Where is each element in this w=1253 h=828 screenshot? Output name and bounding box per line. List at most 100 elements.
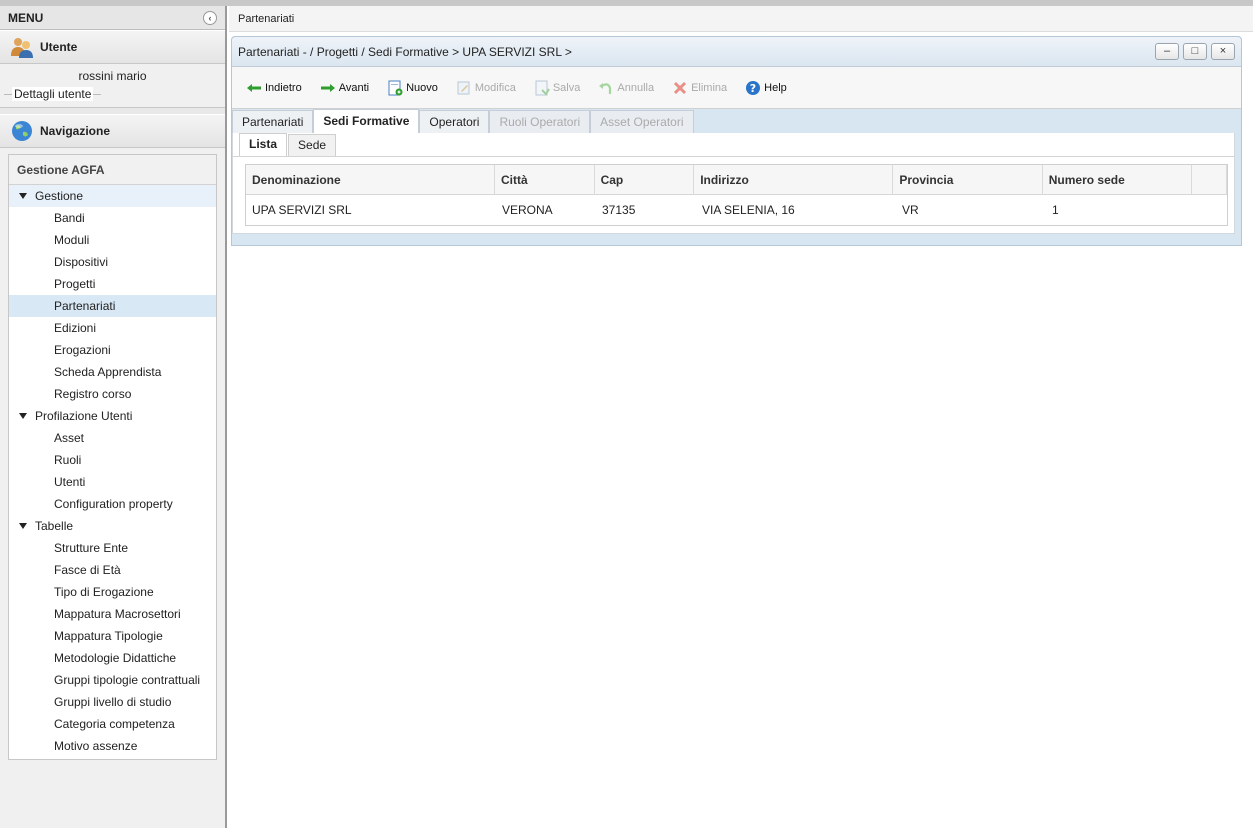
tree-group-label: Tabelle (35, 519, 74, 533)
undo-icon (598, 80, 614, 96)
cancel-button[interactable]: Annulla (598, 80, 654, 96)
minimize-button[interactable]: – (1155, 43, 1179, 60)
nav-item-metodologie-didattiche[interactable]: Metodologie Didattiche (9, 647, 216, 669)
table-row[interactable]: UPA SERVIZI SRL VERONA 37135 VIA SELENIA… (246, 195, 1227, 225)
nav-item-registro-corso[interactable]: Registro corso (9, 383, 216, 405)
nav-tree-title: Gestione AGFA (9, 155, 216, 185)
arrow-left-icon (246, 80, 262, 96)
grid-header: Denominazione Città Cap Indirizzo Provin… (246, 165, 1228, 195)
edit-button[interactable]: Modifica (456, 80, 516, 96)
user-block: rossini mario Dettagli utente (0, 64, 225, 108)
cell-provincia: VR (902, 203, 919, 217)
user-section-title: Utente (40, 40, 78, 54)
sidebar: MENU ‹ Utente rossini mario Dettagli ute… (0, 6, 227, 828)
delete-label: Elimina (691, 81, 728, 94)
nav-item-configuration-property[interactable]: Configuration property (9, 493, 216, 515)
tab-partenariati[interactable]: Partenariati (232, 110, 314, 133)
subtab-lista[interactable]: Lista (239, 133, 288, 156)
data-grid: Denominazione Città Cap Indirizzo Provin… (245, 164, 1228, 226)
edit-icon (456, 80, 472, 96)
cell-citta: VERONA (502, 203, 553, 217)
column-header-numero-sede[interactable]: Numero sede (1043, 165, 1193, 194)
page-tab-partenariati[interactable]: Partenariati (238, 13, 294, 25)
nav-item-asset[interactable]: Asset (9, 427, 216, 449)
cancel-label: Annulla (617, 81, 655, 94)
nav-item-erogazioni[interactable]: Erogazioni (9, 339, 216, 361)
nav-item-motivo-assenze[interactable]: Motivo assenze (9, 735, 216, 757)
arrow-right-icon (320, 80, 336, 96)
cell-cap: 37135 (602, 203, 636, 217)
back-label: Indietro (265, 81, 302, 94)
forward-button[interactable]: Avanti (320, 80, 369, 96)
save-button[interactable]: Salva (534, 80, 581, 96)
nav-item-edizioni[interactable]: Edizioni (9, 317, 216, 339)
column-header-provincia[interactable]: Provincia (893, 165, 1043, 194)
delete-button[interactable]: Elimina (672, 80, 727, 96)
tree-group-label: Profilazione Utenti (35, 409, 133, 423)
nav-item-strutture-ente[interactable]: Strutture Ente (9, 537, 216, 559)
expand-icon (19, 523, 27, 529)
column-header-denominazione[interactable]: Denominazione (246, 165, 495, 194)
tree-group-label: Gestione (35, 189, 84, 203)
expand-icon (19, 413, 27, 419)
nav-item-tipo-di-erogazione[interactable]: Tipo di Erogazione (9, 581, 216, 603)
nav-item-utenti[interactable]: Utenti (9, 471, 216, 493)
nav-item-progetti[interactable]: Progetti (9, 273, 216, 295)
menu-header: MENU ‹ (0, 6, 225, 30)
nav-item-dispositivi[interactable]: Dispositivi (9, 251, 216, 273)
save-icon (534, 80, 550, 96)
toolbar: Indietro Avanti Nuovo Modifica Salva Ann… (232, 67, 1241, 109)
tree-group-profilazione-utenti[interactable]: Profilazione Utenti (9, 405, 216, 427)
nav-item-categoria-competenza[interactable]: Categoria competenza (9, 713, 216, 735)
user-details-link[interactable]: Dettagli utente (0, 87, 225, 101)
nav-item-mappatura-tipologie[interactable]: Mappatura Tipologie (9, 625, 216, 647)
expand-icon (19, 193, 27, 199)
nav-item-gruppi-tipologie-contrattuali[interactable]: Gruppi tipologie contrattuali (9, 669, 216, 691)
window-titlebar: Partenariati - / Progetti / Sedi Formati… (232, 37, 1241, 67)
nav-item-gruppi-livello-di-studio[interactable]: Gruppi livello di studio (9, 691, 216, 713)
nav-item-fasce-di-eta[interactable]: Fasce di Età (9, 559, 216, 581)
nav-item-ruoli[interactable]: Ruoli (9, 449, 216, 471)
nav-section-header[interactable]: Navigazione (0, 114, 225, 148)
tab-operatori[interactable]: Operatori (419, 110, 490, 133)
save-label: Salva (552, 81, 581, 94)
column-header-cap[interactable]: Cap (595, 165, 695, 194)
column-header-indirizzo[interactable]: Indirizzo (694, 165, 894, 194)
delete-x-icon (672, 80, 688, 96)
edit-label: Modifica (474, 81, 516, 94)
user-name: rossini mario (78, 69, 147, 83)
nav-tree: Gestione AGFA Gestione Bandi Moduli Disp… (8, 154, 217, 760)
user-section-header[interactable]: Utente (0, 30, 225, 64)
forward-label: Avanti (338, 81, 370, 94)
content-window: Partenariati - / Progetti / Sedi Formati… (231, 36, 1242, 246)
subtab-sede[interactable]: Sede (288, 134, 337, 156)
new-button[interactable]: Nuovo (387, 80, 438, 96)
tab-sedi-formative[interactable]: Sedi Formative (313, 109, 420, 133)
nav-item-partenariati[interactable]: Partenariati (9, 295, 216, 317)
tree-group-gestione[interactable]: Gestione (9, 185, 216, 207)
nav-item-mappatura-macrosettori[interactable]: Mappatura Macrosettori (9, 603, 216, 625)
svg-text:?: ? (750, 82, 756, 95)
maximize-button[interactable]: □ (1183, 43, 1207, 60)
back-button[interactable]: Indietro (246, 80, 302, 96)
cell-denominazione: UPA SERVIZI SRL (252, 203, 352, 217)
tab-asset-operatori[interactable]: Asset Operatori (590, 110, 694, 133)
divider (93, 93, 102, 95)
menu-title: MENU (8, 10, 44, 25)
nav-item-bandi[interactable]: Bandi (9, 207, 216, 229)
column-header-citta[interactable]: Città (495, 165, 595, 194)
tab-ruoli-operatori[interactable]: Ruoli Operatori (489, 110, 591, 133)
window-controls: – □ × (1155, 43, 1235, 60)
help-button[interactable]: ? Help (745, 80, 787, 96)
cell-numero-sede: 1 (1052, 203, 1059, 217)
close-button[interactable]: × (1211, 43, 1235, 60)
divider (4, 93, 12, 95)
nav-item-moduli[interactable]: Moduli (9, 229, 216, 251)
nav-item-scheda-apprendista[interactable]: Scheda Apprendista (9, 361, 216, 383)
help-label: Help (764, 81, 787, 94)
tree-group-tabelle[interactable]: Tabelle (9, 515, 216, 537)
page-tab-bar: Partenariati (229, 6, 1253, 32)
column-header-extra (1192, 165, 1228, 194)
new-document-icon (387, 80, 403, 96)
collapse-menu-icon[interactable]: ‹ (203, 10, 217, 25)
